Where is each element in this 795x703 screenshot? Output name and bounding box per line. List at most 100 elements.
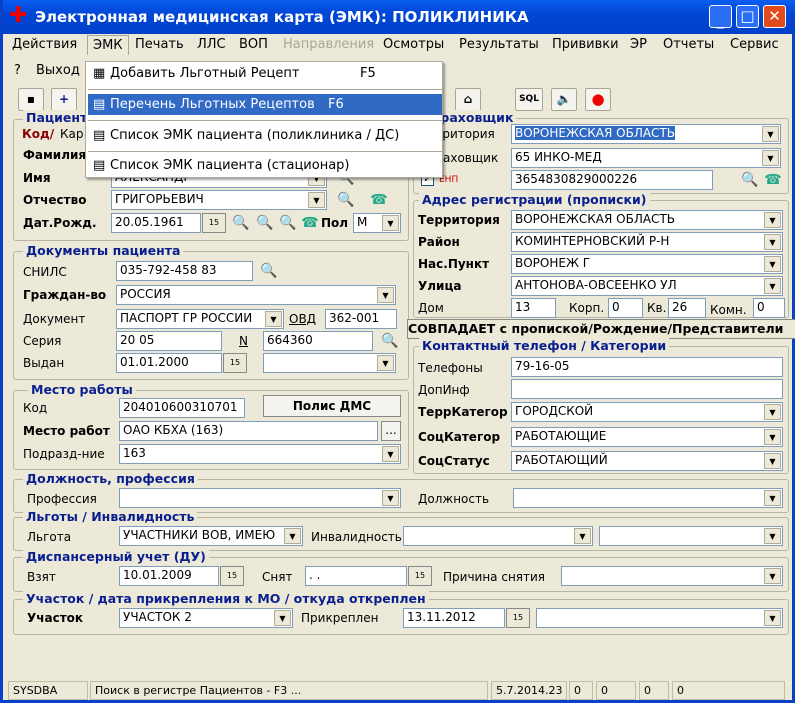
- soc-category-select[interactable]: РАБОТАЮЩИЕ ▼: [511, 427, 783, 447]
- search-icon[interactable]: 🔍: [740, 170, 760, 190]
- citizenship-select[interactable]: РОССИЯ ▼: [116, 285, 396, 305]
- menu-item-prescription-list[interactable]: ▤ Перечень Льготных Рецептов F6: [88, 94, 442, 115]
- chevron-down-icon[interactable]: ▼: [762, 150, 779, 166]
- series-field[interactable]: 20 05: [116, 331, 222, 351]
- menu-item-add-prescription[interactable]: ▦ Добавить Льготный Рецепт F5: [88, 63, 442, 84]
- benefit-select[interactable]: УЧАСТНИКИ ВОВ, ИМЕЮ ▼: [119, 526, 303, 546]
- phone-icon[interactable]: ☎: [763, 170, 783, 190]
- disability-select[interactable]: ▼: [403, 526, 593, 546]
- menu-exams[interactable]: Осмотры: [383, 37, 444, 52]
- snils-field[interactable]: 035-792-458 83: [116, 261, 253, 281]
- number-field[interactable]: 664360: [263, 331, 373, 351]
- chevron-down-icon[interactable]: ▼: [382, 490, 399, 506]
- street-select[interactable]: АНТОНОВА-ОВСЕЕНКО УЛ ▼: [511, 276, 783, 296]
- position-select[interactable]: ▼: [513, 488, 783, 508]
- terr-category-select[interactable]: ГОРОДСКОЙ ▼: [511, 402, 783, 422]
- add-icon[interactable]: +: [51, 88, 77, 111]
- search-icon[interactable]: 🔍: [380, 331, 400, 351]
- menu-service[interactable]: Сервис: [730, 37, 779, 52]
- menu-reports[interactable]: Отчеты: [663, 37, 714, 52]
- issued-field[interactable]: 01.01.2000: [116, 353, 222, 373]
- sex-select[interactable]: М ▼: [353, 213, 401, 233]
- dopinf-field[interactable]: [511, 379, 783, 399]
- search-icon[interactable]: 🔍: [255, 213, 275, 233]
- address-match-banner[interactable]: СОВПАДАЕТ с пропиской/Рождение/Представи…: [407, 319, 795, 339]
- minimize-button[interactable]: _: [709, 5, 732, 29]
- chevron-down-icon[interactable]: ▼: [382, 215, 399, 231]
- menu-help[interactable]: ?: [14, 63, 21, 78]
- dms-policy-button[interactable]: Полис ДМС: [263, 395, 401, 417]
- workplace-field[interactable]: ОАО КБХА (163): [119, 421, 378, 441]
- sound-icon[interactable]: 🔈: [551, 88, 577, 111]
- menu-item-emk-list-clinic[interactable]: ▤ Список ЭМК пациента (поликлиника / ДС): [88, 125, 442, 146]
- calendar-icon[interactable]: 15: [223, 353, 247, 373]
- phones-field[interactable]: 79-16-05: [511, 357, 783, 377]
- chevron-down-icon[interactable]: ▼: [764, 234, 781, 250]
- menu-exit[interactable]: Выход: [36, 63, 80, 78]
- chevron-down-icon[interactable]: ▼: [762, 126, 779, 142]
- ovd-link[interactable]: ОВД: [289, 312, 316, 326]
- doc-select[interactable]: ПАСПОРТ ГР РОССИИ ▼: [116, 309, 284, 329]
- chevron-down-icon[interactable]: ▼: [274, 610, 291, 626]
- korp-field[interactable]: 0: [608, 298, 643, 318]
- calendar-icon[interactable]: 15: [220, 566, 244, 586]
- district-area-select[interactable]: УЧАСТОК 2 ▼: [119, 608, 293, 628]
- work-code-field[interactable]: 204010600310701: [119, 398, 245, 418]
- district-select[interactable]: КОМИНТЕРНОВСКИЙ Р-Н ▼: [511, 232, 783, 252]
- dob-field[interactable]: 20.05.1961: [111, 213, 201, 233]
- number-link[interactable]: N: [239, 334, 248, 348]
- calendar-icon[interactable]: 15: [506, 608, 530, 628]
- insurer-select[interactable]: 65 ИНКО-МЕД ▼: [511, 148, 781, 168]
- dept-select[interactable]: 163 ▼: [119, 444, 401, 464]
- chevron-down-icon[interactable]: ▼: [764, 610, 781, 626]
- phone-icon[interactable]: ☎: [369, 190, 389, 210]
- home-icon[interactable]: ⌂: [455, 88, 481, 111]
- phone-icon[interactable]: ☎: [300, 213, 320, 233]
- chevron-down-icon[interactable]: ▼: [764, 429, 781, 445]
- detached-from-select[interactable]: ▼: [536, 608, 783, 628]
- menu-vop[interactable]: ВОП: [239, 37, 268, 52]
- chevron-down-icon[interactable]: ▼: [764, 453, 781, 469]
- cancel-icon[interactable]: ●: [585, 88, 611, 111]
- chevron-down-icon[interactable]: ▼: [764, 212, 781, 228]
- menu-referrals[interactable]: Направления: [283, 37, 374, 52]
- search-icon[interactable]: 🔍: [278, 213, 298, 233]
- chevron-down-icon[interactable]: ▼: [764, 256, 781, 272]
- reason-select[interactable]: ▼: [561, 566, 783, 586]
- search-icon[interactable]: 🔍: [259, 261, 279, 281]
- chevron-down-icon[interactable]: ▼: [764, 404, 781, 420]
- calendar-icon[interactable]: 15: [202, 213, 226, 233]
- menu-emk[interactable]: ЭМК: [87, 35, 129, 55]
- chevron-down-icon[interactable]: ▼: [764, 568, 781, 584]
- close-button[interactable]: ✕: [763, 5, 786, 28]
- chevron-down-icon[interactable]: ▼: [377, 287, 394, 303]
- chevron-down-icon[interactable]: ▼: [764, 528, 781, 544]
- chevron-down-icon[interactable]: ▼: [284, 528, 301, 544]
- ovd-field[interactable]: 362-001: [325, 309, 397, 329]
- search-icon[interactable]: 🔍: [336, 190, 356, 210]
- addr-territory-select[interactable]: ВОРОНЕЖСКАЯ ОБЛАСТЬ ▼: [511, 210, 783, 230]
- insurer-territory-select[interactable]: ВОРОНЕЖСКАЯ ОБЛАСТЬ ▼: [511, 124, 781, 144]
- maximize-button[interactable]: □: [736, 5, 759, 28]
- menu-vaccines[interactable]: Прививки: [552, 37, 619, 52]
- chevron-down-icon[interactable]: ▼: [265, 311, 282, 327]
- chevron-down-icon[interactable]: ▼: [574, 528, 591, 544]
- profession-select[interactable]: ▼: [119, 488, 401, 508]
- taken-field[interactable]: 10.01.2009: [119, 566, 219, 586]
- save-icon[interactable]: ▪: [18, 88, 44, 111]
- disability-group-select[interactable]: ▼: [599, 526, 783, 546]
- soc-status-select[interactable]: РАБОТАЮЩИЙ ▼: [511, 451, 783, 471]
- sql-button[interactable]: SQL: [515, 88, 543, 111]
- chevron-down-icon[interactable]: ▼: [382, 446, 399, 462]
- removed-field[interactable]: . .: [305, 566, 407, 586]
- search-icon[interactable]: 🔍: [231, 213, 251, 233]
- patronymic-field[interactable]: ГРИГОРЬЕВИЧ ▼: [111, 190, 327, 210]
- chevron-down-icon[interactable]: ▼: [764, 490, 781, 506]
- menu-item-emk-list-hospital[interactable]: ▤ Список ЭМК пациента (стационар): [88, 155, 442, 176]
- issued-by-select[interactable]: ▼: [263, 353, 396, 373]
- chevron-down-icon[interactable]: ▼: [377, 355, 394, 371]
- menu-er[interactable]: ЭР: [630, 37, 647, 52]
- enp-field[interactable]: 3654830829000226: [511, 170, 713, 190]
- kv-field[interactable]: 26: [668, 298, 706, 318]
- komn-field[interactable]: 0: [753, 298, 785, 318]
